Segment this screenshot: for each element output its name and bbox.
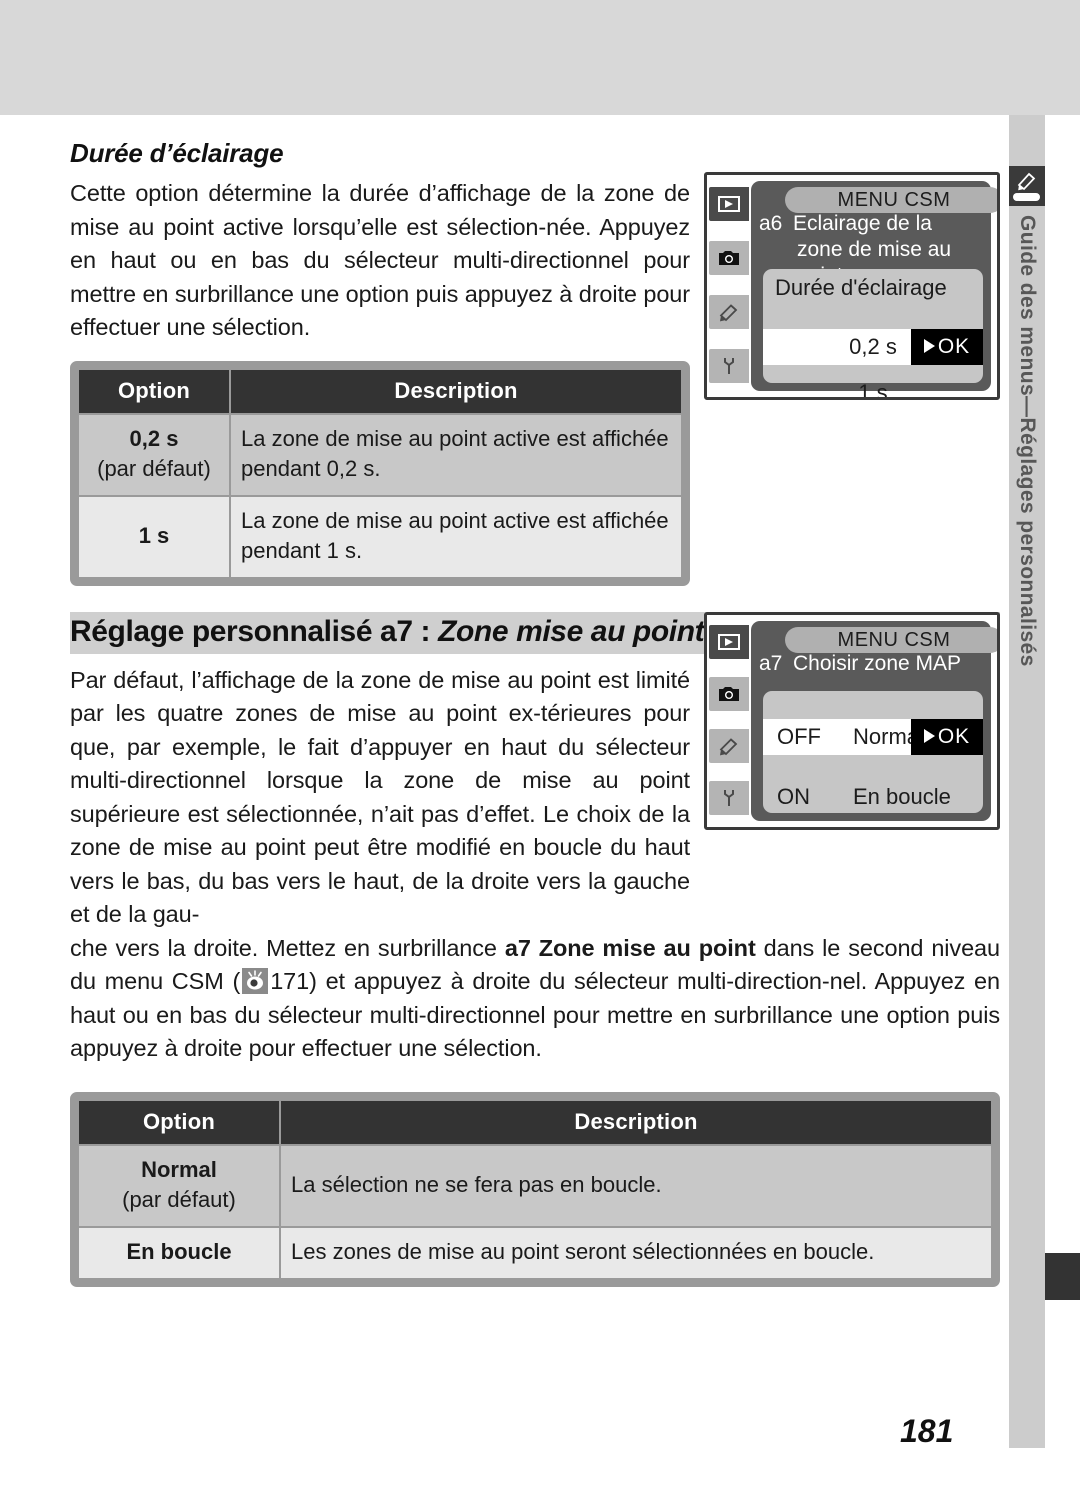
paragraph-a7-refpage: 171 [270, 968, 310, 994]
cell-description: La sélection ne se fera pas en boucle. [281, 1145, 991, 1226]
pencil-icon [709, 729, 749, 763]
play-triangle-icon [923, 339, 935, 353]
running-head: Guide des menus—Réglages personnalisés [1009, 215, 1045, 875]
table-row: 0,2 s (par défaut) La zone de mise au po… [79, 414, 681, 495]
running-head-text: Guide des menus—Réglages personnalisés [1016, 215, 1039, 667]
table-zone-mise-au-point: Option Description Normal (par défaut) L… [70, 1091, 1000, 1287]
ok-label: OK [937, 725, 971, 748]
table-row: Normal (par défaut) La sélection ne se f… [79, 1145, 991, 1226]
lcd-illustration-a7: MENU CSM a7 Choisir zone MAP OFF Normal O… [704, 612, 1000, 830]
table-header-row: Option Description [79, 1100, 991, 1144]
pencil-icon [709, 295, 749, 329]
cell-option: En boucle [79, 1227, 279, 1278]
pencil-icon [1009, 166, 1045, 206]
playback-icon [709, 625, 749, 659]
table-duree-eclairage: Option Description 0,2 s (par défaut) La… [70, 360, 690, 586]
playback-icon [709, 187, 749, 221]
cell-description: Les zones de mise au point seront sélect… [281, 1227, 991, 1278]
lcd-option[interactable]: 1 s [763, 375, 983, 400]
ok-label: OK [937, 335, 971, 358]
camera-icon [709, 241, 749, 275]
eye-page-reference-icon [242, 968, 269, 994]
menu-title-pill: MENU CSM [785, 627, 997, 653]
cell-description: La zone de mise au point active est affi… [231, 496, 681, 577]
header-description: Description [231, 369, 681, 413]
option-title: 0,2 s [129, 425, 179, 451]
section-title-italic: Zone mise au point [438, 614, 705, 648]
lcd-option-prefix: OFF [777, 724, 821, 749]
menu-item-label: a7 Choisir zone MAP [759, 651, 985, 677]
header-option: Option [79, 369, 229, 413]
lcd-illustration-a6: MENU CSM a6 Eclairage de la zone de mise … [704, 172, 1000, 400]
paragraph-a7-column: Par défaut, l’affichage de la zone de mi… [70, 666, 690, 928]
page-number: 181 [900, 1413, 954, 1449]
paragraph-a7-full: che vers la droite. Mettez en surbrillan… [70, 932, 1000, 1066]
lcd-option-prefix: ON [777, 784, 810, 809]
menu-item-code: a7 [759, 652, 783, 675]
paragraph-a6: Cette option détermine la durée d’affich… [70, 180, 690, 340]
lcd-option-selected[interactable]: OFF Normal OK [763, 719, 983, 755]
cell-description: La zone de mise au point active est affi… [231, 414, 681, 495]
wrench-icon [709, 349, 749, 383]
manual-page: Guide des menus—Réglages personnalisés D… [0, 0, 1080, 1486]
menu-item-line1: Eclairage de la [793, 212, 932, 235]
option-title: Normal [141, 1156, 217, 1182]
panel-title: Durée d'éclairage [775, 275, 947, 300]
wrench-icon [709, 781, 749, 815]
subheading-duree-eclairage: Durée d’éclairage [70, 138, 284, 168]
table-row: En boucle Les zones de mise au point ser… [79, 1227, 991, 1278]
paragraph-a7-part1: che vers la droite. Mettez en surbrillan… [70, 934, 505, 961]
cell-option: 1 s [79, 496, 229, 577]
table-row: 1 s La zone de mise au point active est … [79, 496, 681, 577]
option-title: 1 s [138, 522, 170, 548]
ok-button[interactable]: OK [911, 329, 983, 365]
chapter-tab-marker [1045, 1253, 1080, 1300]
section-title-plain: Réglage personnalisé a7 : [70, 614, 439, 648]
ok-button[interactable]: OK [911, 719, 983, 755]
lcd-option-label: En boucle [853, 784, 951, 809]
lcd-screen: MENU CSM a7 Choisir zone MAP OFF Normal O… [751, 621, 997, 821]
lcd-option-selected[interactable]: 0,2 s OK [763, 329, 983, 365]
menu-title-pill: MENU CSM [785, 187, 997, 213]
paragraph-a7-bold: a7 Zone mise au point [504, 934, 756, 961]
play-triangle-icon [923, 729, 935, 743]
lcd-icon-rail [707, 615, 751, 827]
cell-option: 0,2 s (par défaut) [79, 414, 229, 495]
table-header-row: Option Description [79, 369, 681, 413]
lcd-screen: MENU CSM a6 Eclairage de la zone de mise … [751, 181, 997, 397]
header-band [0, 0, 1080, 115]
cell-option: Normal (par défaut) [79, 1145, 279, 1226]
menu-item-line1: Choisir zone MAP [793, 652, 962, 675]
menu-item-code: a6 [759, 212, 783, 235]
option-title: En boucle [126, 1238, 232, 1264]
header-description: Description [281, 1100, 991, 1144]
lcd-option-panel: OFF Normal OK ON En boucle [763, 691, 983, 813]
lcd-option-label: 1 s [858, 380, 888, 400]
lcd-option-panel: Durée d'éclairage 0,2 s OK 1 s [763, 269, 983, 397]
option-sub: (par défaut) [122, 1186, 236, 1212]
option-sub: (par défaut) [97, 455, 211, 481]
lcd-option[interactable]: ON En boucle [763, 779, 983, 815]
header-option: Option [79, 1100, 279, 1144]
camera-icon [709, 677, 749, 711]
lcd-icon-rail [707, 175, 751, 397]
